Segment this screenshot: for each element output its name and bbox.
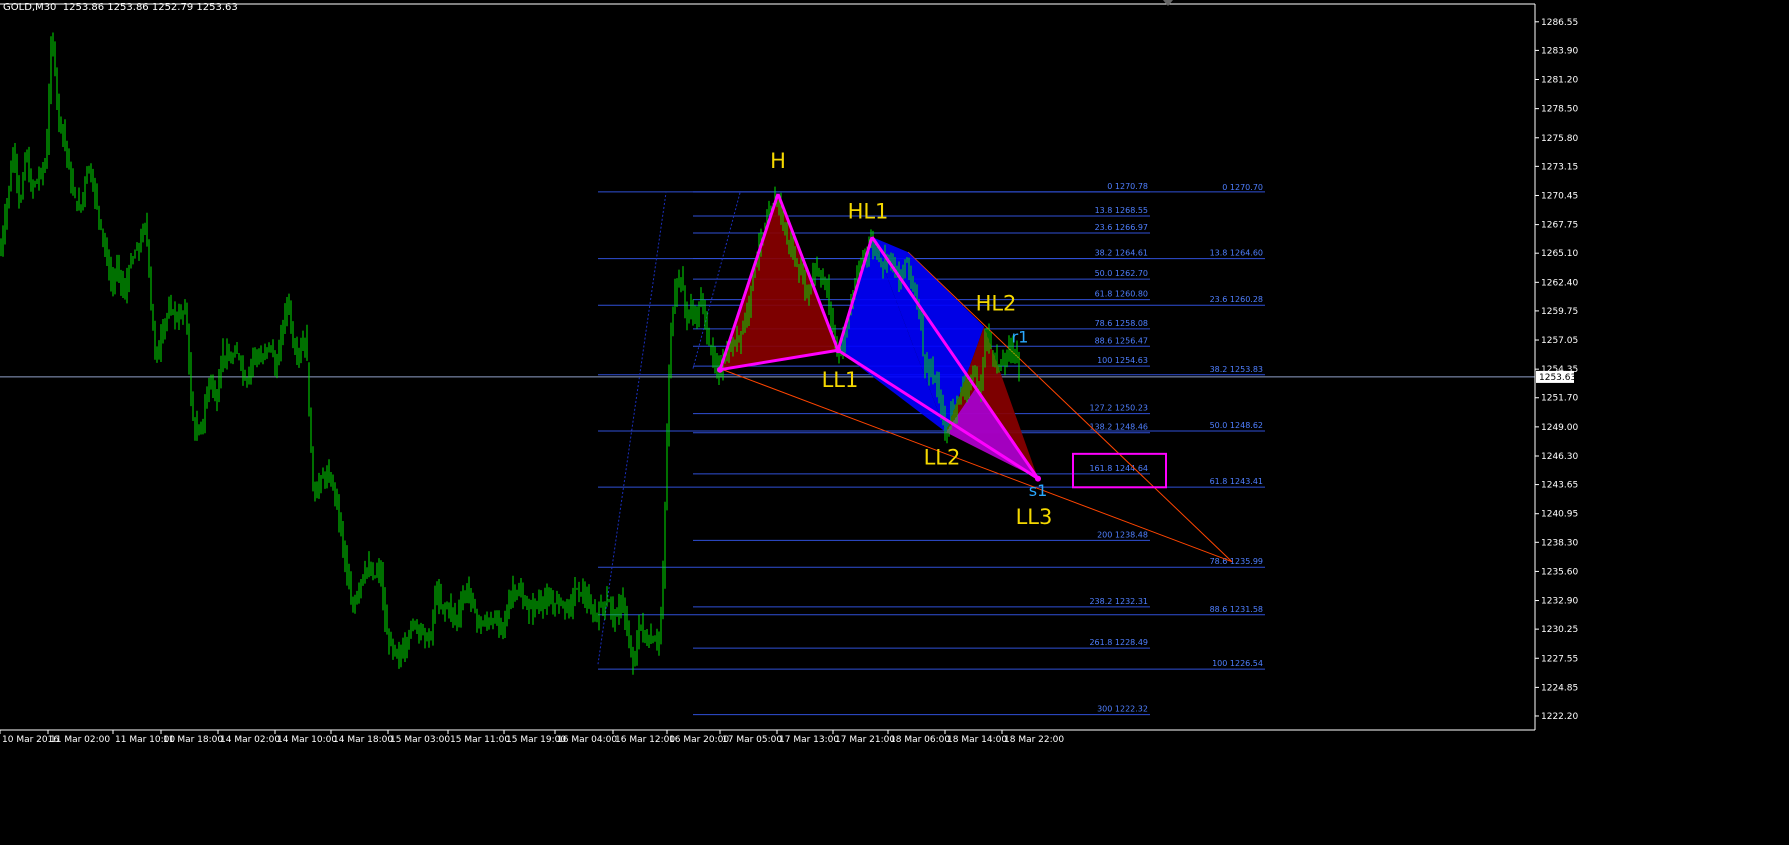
y-tick-label: 1278.50 — [1541, 105, 1578, 115]
x-tick-label: 14 Mar 18:00 — [333, 735, 393, 745]
pattern-label-ll3: LL3 — [1016, 505, 1053, 529]
x-tick-label: 11 Mar 02:00 — [50, 735, 110, 745]
y-tick-label: 1257.05 — [1541, 336, 1578, 346]
pattern-label-s1: s1 — [1029, 481, 1048, 500]
fib-level-label: 161.8 1244.64 — [1089, 464, 1148, 473]
x-tick-label: 17 Mar 21:00 — [835, 735, 895, 745]
fib-level-label: 261.8 1228.49 — [1089, 638, 1148, 647]
y-tick-label: 1246.30 — [1541, 452, 1578, 462]
x-tick-label: 18 Mar 22:00 — [1004, 735, 1064, 745]
fib-level-label: 23.6 1266.97 — [1095, 223, 1148, 232]
chart-shift-marker-icon[interactable] — [1163, 0, 1173, 6]
fib-level-label: 100 1226.54 — [1212, 659, 1263, 668]
fib-level-label: 127.2 1250.23 — [1089, 404, 1148, 413]
y-tick-label: 1224.85 — [1541, 683, 1578, 693]
pattern-label-hl2: HL2 — [976, 291, 1017, 315]
x-tick-label: 17 Mar 13:00 — [779, 735, 839, 745]
y-tick-label: 1251.70 — [1541, 394, 1578, 404]
pattern-label-r1: r1 — [1012, 328, 1029, 347]
pattern-label-ll1: LL1 — [822, 368, 859, 392]
y-tick-label: 1232.90 — [1541, 597, 1578, 607]
fib-level-label: 61.8 1243.41 — [1210, 477, 1263, 486]
y-tick-label: 1262.40 — [1541, 278, 1578, 288]
x-tick-label: 15 Mar 03:00 — [390, 735, 450, 745]
y-tick-label: 1267.75 — [1541, 221, 1578, 231]
pattern-label-hl1: HL1 — [848, 200, 889, 224]
pattern-point-marker — [717, 366, 723, 373]
fib-level-label: 300 1222.32 — [1097, 705, 1148, 714]
chart-background — [0, 0, 1789, 845]
y-tick-label: 1230.25 — [1541, 625, 1578, 635]
fib-level-label: 13.8 1264.60 — [1210, 249, 1263, 258]
y-tick-label: 1286.55 — [1541, 18, 1578, 28]
y-tick-label: 1281.20 — [1541, 76, 1578, 86]
pattern-label-ll2: LL2 — [924, 446, 961, 470]
x-tick-label: 14 Mar 10:00 — [277, 735, 337, 745]
fib-level-label: 13.8 1268.55 — [1095, 206, 1148, 215]
x-tick-label: 15 Mar 11:00 — [450, 735, 510, 745]
x-tick-label: 18 Mar 06:00 — [890, 735, 950, 745]
y-tick-label: 1283.90 — [1541, 46, 1578, 56]
fib-level-label: 38.2 1264.61 — [1095, 248, 1148, 257]
pattern-label-h: H — [770, 149, 786, 173]
y-tick-label: 1238.30 — [1541, 538, 1578, 548]
fib-level-label: 50.0 1262.70 — [1095, 269, 1148, 278]
fib-level-label: 88.6 1231.58 — [1210, 605, 1263, 614]
x-tick-label: 17 Mar 05:00 — [722, 735, 782, 745]
y-tick-label: 1270.45 — [1541, 191, 1578, 201]
x-tick-label: 18 Mar 14:00 — [947, 735, 1007, 745]
fib-level-label: 0 1270.70 — [1222, 183, 1263, 192]
fib-level-label: 23.6 1260.28 — [1210, 295, 1263, 304]
fib-level-label: 78.6 1258.08 — [1095, 319, 1148, 328]
y-tick-label: 1240.95 — [1541, 510, 1578, 520]
y-tick-label: 1243.65 — [1541, 481, 1578, 491]
fib-level-label: 138.2 1248.46 — [1089, 423, 1148, 432]
fib-level-label: 238.2 1232.31 — [1089, 597, 1148, 606]
y-tick-label: 1265.10 — [1541, 249, 1578, 259]
x-tick-label: 11 Mar 18:00 — [163, 735, 223, 745]
pattern-point-marker — [835, 347, 841, 354]
y-tick-label: 1249.00 — [1541, 423, 1578, 433]
current-price-tag-label: 1253.63 — [1539, 373, 1576, 383]
fib-level-label: 38.2 1253.83 — [1210, 365, 1263, 374]
fib-level-label: 200 1238.48 — [1097, 530, 1148, 539]
x-tick-label: 16 Mar 04:00 — [557, 735, 617, 745]
fib-level-label: 88.6 1256.47 — [1095, 336, 1148, 345]
y-tick-label: 1227.55 — [1541, 654, 1578, 664]
symbol-info: GOLD,M30 1253.86 1253.86 1252.79 1253.63 — [3, 2, 238, 13]
y-tick-label: 1275.80 — [1541, 134, 1578, 144]
fib-level-label: 78.6 1235.99 — [1210, 557, 1263, 566]
fib-level-label: 0 1270.78 — [1107, 182, 1148, 191]
y-tick-label: 1235.60 — [1541, 567, 1578, 577]
y-tick-label: 1222.20 — [1541, 712, 1578, 722]
y-tick-label: 1273.15 — [1541, 162, 1578, 172]
fib-level-label: 61.8 1260.80 — [1095, 290, 1148, 299]
x-tick-label: 16 Mar 12:00 — [615, 735, 675, 745]
fib-level-label: 100 1254.63 — [1097, 356, 1148, 365]
fib-level-label: 50.0 1248.62 — [1210, 421, 1263, 430]
y-tick-label: 1259.75 — [1541, 307, 1578, 317]
x-tick-label: 16 Mar 20:00 — [669, 735, 729, 745]
x-tick-label: 14 Mar 02:00 — [220, 735, 280, 745]
price-chart[interactable]: 0 1270.78 13.8 1268.55 23.6 1266.97 38.2 12… — [0, 0, 1789, 845]
